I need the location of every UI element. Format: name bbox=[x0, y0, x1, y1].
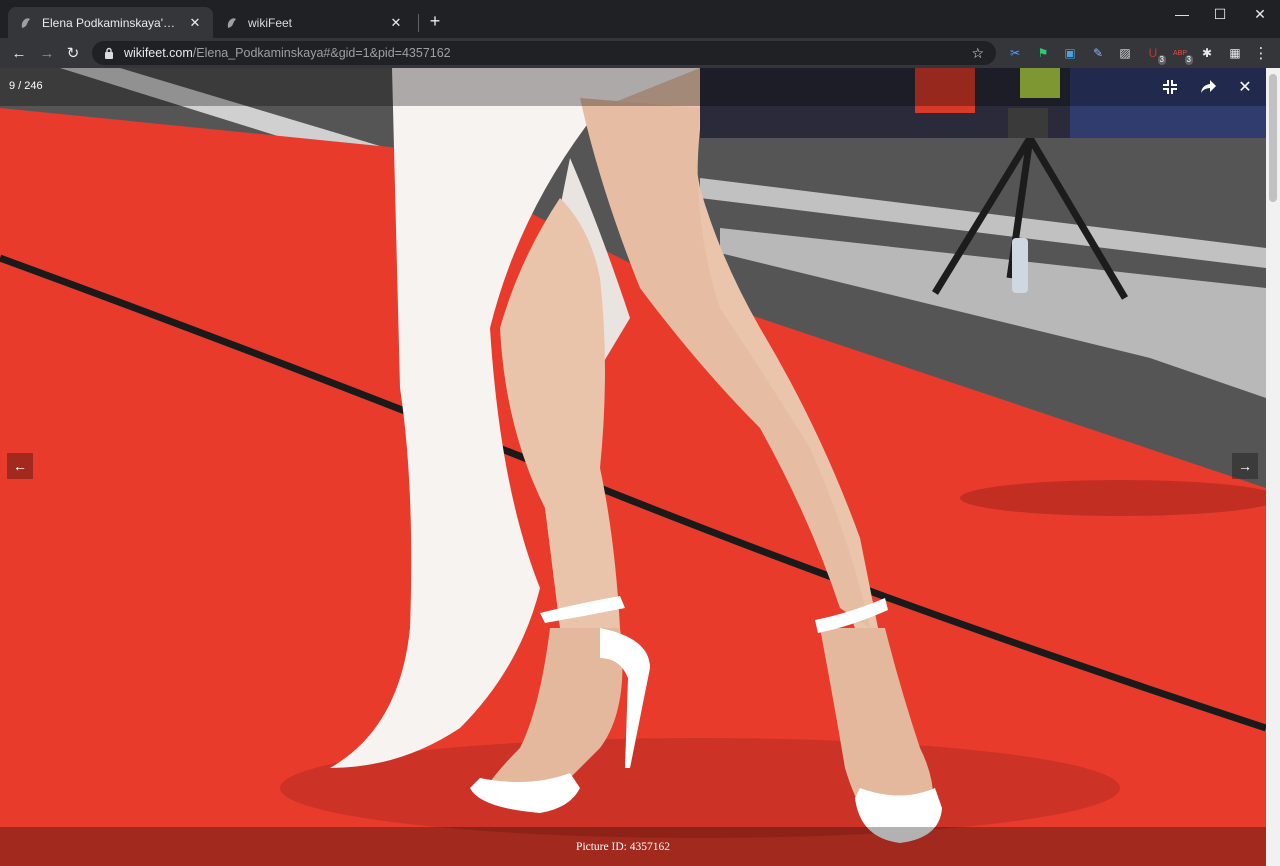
reload-icon[interactable]: ↻ bbox=[62, 42, 84, 64]
address-bar[interactable]: wikifeet.com/Elena_Podkaminskaya#&gid=1&… bbox=[92, 41, 996, 65]
window-icon[interactable]: ▣ bbox=[1061, 44, 1079, 62]
previous-image-button[interactable]: ← bbox=[7, 453, 33, 479]
scrollbar-thumb[interactable] bbox=[1269, 74, 1277, 202]
url-text[interactable]: wikifeet.com/Elena_Podkaminskaya#&gid=1&… bbox=[124, 46, 451, 60]
wikifeet-favicon-icon bbox=[18, 15, 34, 31]
browser-toolbar: ← → ↻ wikifeet.com/Elena_Podkaminskaya#&… bbox=[0, 38, 1280, 68]
tab-strip: Elena Podkaminskaya's Feet << w ✕ wikiFe… bbox=[0, 0, 1280, 38]
viewer-top-bar: 9 / 246 ✕ bbox=[0, 68, 1266, 106]
tab-close-icon[interactable]: ✕ bbox=[388, 15, 404, 31]
fullscreen-exit-icon[interactable] bbox=[1159, 76, 1181, 98]
menu-kebab-icon[interactable]: ⋮ bbox=[1250, 42, 1272, 64]
photo bbox=[0, 68, 1266, 866]
window-close-icon[interactable]: ✕ bbox=[1238, 0, 1280, 28]
image-counter: 9 / 246 bbox=[9, 80, 43, 92]
bird-icon[interactable]: ⚑ bbox=[1034, 44, 1052, 62]
scissors-icon[interactable]: ✂ bbox=[1006, 44, 1024, 62]
image-icon[interactable]: ▨ bbox=[1116, 44, 1134, 62]
back-arrow-icon[interactable]: ← bbox=[8, 42, 30, 64]
tab-close-icon[interactable]: ✕ bbox=[187, 15, 203, 31]
picture-id-caption: Picture ID: 4357162 bbox=[576, 840, 670, 853]
next-image-button[interactable]: → bbox=[1232, 453, 1258, 479]
bookmark-star-icon[interactable]: ☆ bbox=[971, 45, 984, 62]
adblock-icon[interactable]: ABP 3 bbox=[1171, 44, 1193, 65]
extension-badge: 3 bbox=[1157, 55, 1166, 65]
tab-title: wikiFeet bbox=[248, 15, 293, 30]
close-viewer-icon[interactable]: ✕ bbox=[1234, 76, 1256, 98]
profile-icon[interactable]: ▦ bbox=[1226, 44, 1244, 62]
maximize-icon[interactable]: ☐ bbox=[1198, 0, 1242, 28]
caption-bar: Picture ID: 4357162 bbox=[0, 827, 1266, 866]
tab-elena-podkaminskaya[interactable]: Elena Podkaminskaya's Feet << w ✕ bbox=[8, 7, 213, 38]
tab-wikifeet[interactable]: wikiFeet ✕ bbox=[214, 7, 414, 38]
forward-arrow-icon[interactable]: → bbox=[36, 42, 58, 64]
lock-icon[interactable] bbox=[102, 46, 116, 60]
url-path: /Elena_Podkaminskaya#&gid=1&pid=4357162 bbox=[192, 46, 451, 60]
extension-badge: 3 bbox=[1184, 55, 1193, 65]
new-tab-button[interactable]: + bbox=[426, 12, 444, 30]
ublock-icon[interactable]: U3 bbox=[1144, 44, 1166, 65]
page-scrollbar[interactable] bbox=[1266, 68, 1280, 866]
puzzle-icon[interactable]: ✱ bbox=[1198, 44, 1216, 62]
wikifeet-favicon-icon bbox=[224, 15, 240, 31]
photo-viewer: 9 / 246 ✕ ← → Picture ID: 4357162 bbox=[0, 68, 1266, 866]
url-host: wikifeet.com bbox=[124, 46, 193, 60]
pen-icon[interactable]: ✎ bbox=[1089, 44, 1107, 62]
share-icon[interactable] bbox=[1197, 76, 1219, 98]
tab-title: Elena Podkaminskaya's Feet << w bbox=[42, 15, 181, 30]
tab-separator bbox=[418, 14, 419, 32]
